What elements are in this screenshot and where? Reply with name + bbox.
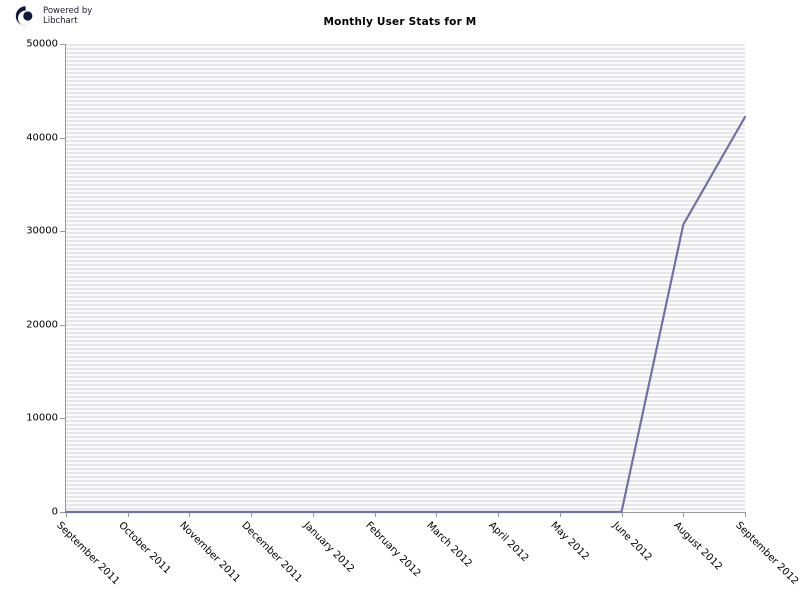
x-axis-line <box>65 512 746 513</box>
y-tick-mark <box>60 325 65 326</box>
x-tick-mark <box>66 513 67 517</box>
y-tick-mark <box>60 512 65 513</box>
x-tick-label: January 2012 <box>301 520 356 575</box>
y-tick-label: 0 <box>51 506 58 518</box>
y-tick-mark <box>60 231 65 232</box>
plot-area <box>66 44 745 512</box>
x-tick-label: May 2012 <box>548 520 591 563</box>
x-tick-label: August 2012 <box>671 520 725 573</box>
x-tick-mark <box>745 513 746 517</box>
x-tick-mark <box>436 513 437 517</box>
y-tick-label: 20000 <box>26 319 58 331</box>
x-tick-mark <box>683 513 684 517</box>
x-tick-label: March 2012 <box>424 520 475 570</box>
x-tick-label: October 2011 <box>115 520 173 577</box>
x-tick-mark <box>498 513 499 517</box>
x-tick-mark <box>128 513 129 517</box>
y-tick-mark <box>60 138 65 139</box>
y-tick-mark <box>60 418 65 419</box>
x-tick-mark <box>622 513 623 517</box>
chart-canvas: 0 10000 20000 30000 40000 50000 September 201… <box>0 0 800 600</box>
x-tick-mark <box>375 513 376 517</box>
x-tick-label: April 2012 <box>486 520 531 565</box>
x-tick-label: September 2011 <box>54 520 122 588</box>
y-tick-label: 30000 <box>26 225 58 237</box>
x-tick-label: June 2012 <box>609 520 654 564</box>
x-tick-label: February 2012 <box>362 520 423 580</box>
x-tick-label: December 2011 <box>239 520 305 585</box>
x-tick-mark <box>560 513 561 517</box>
y-tick-mark <box>60 44 65 45</box>
x-tick-mark <box>313 513 314 517</box>
y-axis-line <box>65 44 66 513</box>
y-tick-label: 10000 <box>26 412 58 424</box>
y-tick-label: 40000 <box>26 132 58 144</box>
x-tick-mark <box>189 513 190 517</box>
y-tick-label: 50000 <box>26 38 58 50</box>
x-tick-label: November 2011 <box>177 520 243 585</box>
x-tick-label: September 2012 <box>733 520 800 588</box>
x-tick-mark <box>251 513 252 517</box>
y-axis-labels: 0 10000 20000 30000 40000 50000 <box>0 0 58 600</box>
